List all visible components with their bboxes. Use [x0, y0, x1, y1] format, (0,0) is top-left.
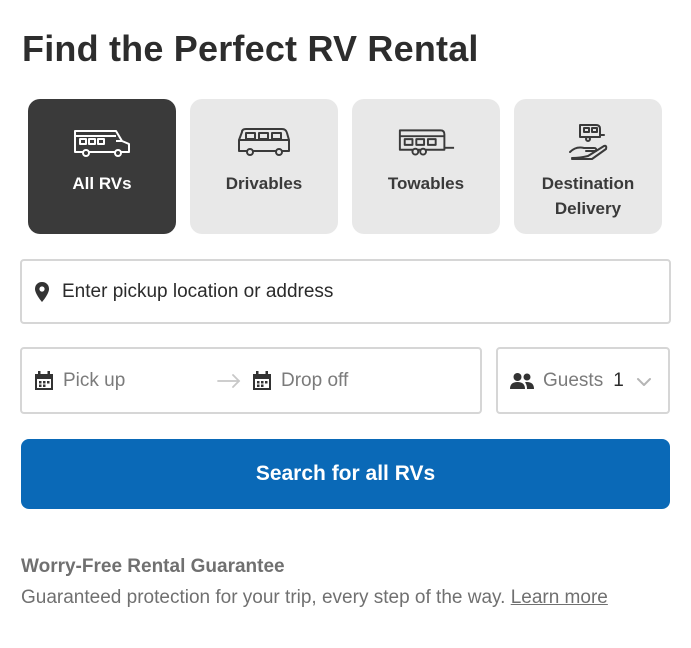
guarantee-text-row: Guaranteed protection for your trip, eve… [21, 587, 608, 609]
chevron-down-icon [636, 375, 652, 387]
calendar-icon [34, 370, 54, 391]
people-icon [509, 372, 535, 390]
category-label: Drivables [225, 174, 303, 193]
category-label: Destination Delivery [541, 174, 635, 218]
motorhome-icon [72, 125, 132, 159]
category-label: All RVs [72, 174, 132, 193]
guarantee-title: Worry-Free Rental Guarantee [21, 556, 285, 577]
van-icon [234, 125, 294, 159]
guests-label: Guests [543, 369, 604, 391]
dropoff-date-field[interactable]: Drop off [252, 349, 348, 412]
guests-count: 1 [613, 369, 624, 391]
category-tile-towables[interactable]: Towables [352, 99, 500, 234]
arrow-right-icon [216, 372, 242, 390]
learn-more-link[interactable]: Learn more [511, 587, 608, 608]
dropoff-placeholder: Drop off [281, 369, 349, 391]
guarantee-description: Guaranteed protection for your trip, eve… [21, 587, 506, 608]
map-pin-icon [34, 281, 50, 303]
category-tile-drivables[interactable]: Drivables [190, 99, 338, 234]
calendar-icon [252, 370, 272, 391]
date-range-picker: Pick up Drop off [20, 347, 482, 414]
delivery-hand-icon [558, 124, 618, 160]
category-tile-destination-delivery[interactable]: Destination Delivery [514, 99, 662, 234]
search-button[interactable]: Search for all RVs [21, 439, 670, 509]
guests-selector[interactable]: Guests 1 [496, 347, 670, 414]
pickup-date-field[interactable]: Pick up [34, 349, 125, 412]
travel-trailer-icon [396, 125, 456, 159]
pickup-placeholder: Pick up [63, 369, 126, 391]
category-selector: All RVs Drivables Towables Destination D… [28, 99, 664, 234]
category-label: Towables [387, 174, 465, 193]
category-tile-all-rvs[interactable]: All RVs [28, 99, 176, 234]
location-placeholder: Enter pickup location or address [62, 280, 334, 302]
location-input[interactable]: Enter pickup location or address [20, 259, 671, 324]
page-title: Find the Perfect RV Rental [22, 28, 479, 69]
